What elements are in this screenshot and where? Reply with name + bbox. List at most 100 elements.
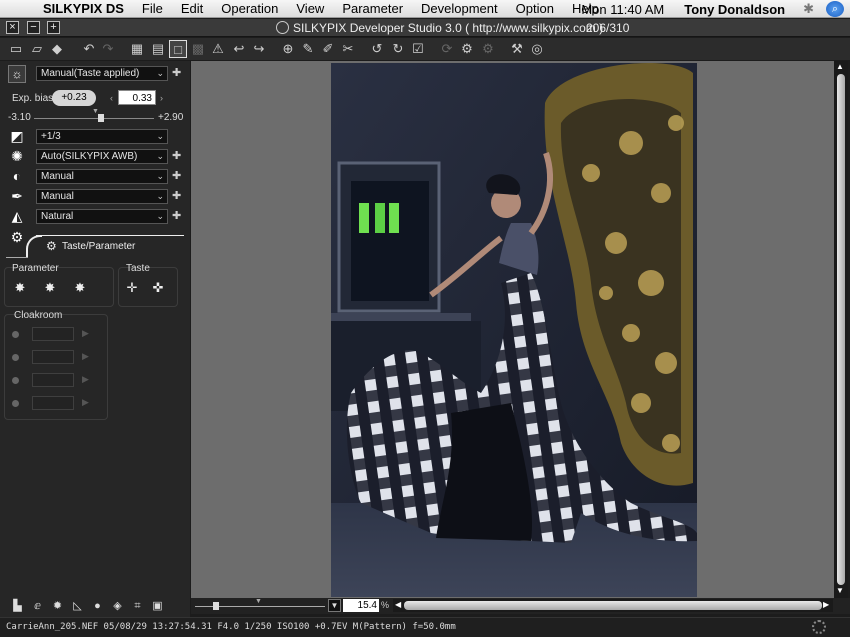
info-icon[interactable]: ◎ bbox=[528, 40, 546, 58]
taste-gear-icon: ⚙ bbox=[46, 239, 57, 253]
menu-development[interactable]: Development bbox=[412, 1, 507, 16]
play-arrow-icon[interactable]: ▶ bbox=[82, 374, 89, 385]
image-viewer[interactable] bbox=[191, 61, 834, 598]
curve-icon[interactable]: ◺ bbox=[70, 599, 85, 614]
white-balance-picker-icon[interactable]: ✎ bbox=[299, 40, 317, 58]
horizontal-scrollbar[interactable]: ◀ ▶ bbox=[393, 599, 833, 612]
histogram-icon[interactable]: ▙ bbox=[10, 599, 25, 614]
taste-add-icon[interactable]: ✛ bbox=[124, 280, 140, 296]
cloakroom-slot-box[interactable] bbox=[32, 373, 74, 387]
exif-icon[interactable]: ⅇ bbox=[30, 599, 45, 614]
scroll-up-arrow-icon[interactable]: ▲ bbox=[836, 62, 844, 71]
vertical-scrollbar[interactable]: ▲ ▼ bbox=[834, 61, 848, 598]
tone-dropdown[interactable]: Manual ⌄ bbox=[36, 169, 168, 184]
zoom-slider-thumb[interactable] bbox=[213, 602, 219, 610]
sun-icon[interactable]: ✺ bbox=[8, 148, 26, 166]
menubar-user[interactable]: Tony Donaldson bbox=[674, 2, 795, 17]
menu-option[interactable]: Option bbox=[507, 1, 563, 16]
spot-removal-icon[interactable]: ✂ bbox=[339, 40, 357, 58]
lens-icon[interactable]: ◈ bbox=[110, 599, 125, 614]
thumbnail-view-icon[interactable]: ▦ bbox=[128, 40, 146, 58]
spotlight-search-icon[interactable]: ⌕ bbox=[826, 1, 844, 17]
sharpness-brush-icon[interactable]: ✒ bbox=[8, 188, 26, 206]
warning-icon[interactable]: ⚠ bbox=[209, 40, 227, 58]
vertical-scroll-thumb[interactable] bbox=[837, 74, 845, 585]
white-balance-dropdown[interactable]: Auto(SILKYPIX AWB) ⌄ bbox=[36, 149, 168, 164]
zoom-window-icon[interactable]: + bbox=[47, 21, 60, 34]
single-view-icon[interactable]: □ bbox=[169, 40, 187, 58]
play-arrow-icon[interactable]: ▶ bbox=[82, 328, 89, 339]
taste-dropdown[interactable]: Manual(Taste applied) ⌄ bbox=[36, 66, 168, 81]
cloakroom-slot-box[interactable] bbox=[32, 327, 74, 341]
horizontal-scroll-thumb[interactable] bbox=[404, 601, 822, 610]
rotate-right-icon[interactable]: ↻ bbox=[389, 40, 407, 58]
menubar-clock[interactable]: Mon 11:40 AM bbox=[571, 2, 674, 17]
color-plus-icon[interactable]: ✚ bbox=[172, 211, 181, 222]
menu-parameter[interactable]: Parameter bbox=[333, 1, 412, 16]
parameter-save-icon[interactable]: ✸ bbox=[12, 280, 28, 296]
tone-plus-icon[interactable]: ✚ bbox=[172, 171, 181, 182]
exposure-slider-track[interactable] bbox=[34, 118, 154, 119]
contrast-icon[interactable]: ◩ bbox=[8, 128, 26, 146]
develop-icon[interactable]: ⚙ bbox=[458, 40, 476, 58]
gray-picker-icon[interactable]: ✐ bbox=[319, 40, 337, 58]
menu-view[interactable]: View bbox=[287, 1, 333, 16]
tone-dropdown-value: Manual bbox=[41, 171, 74, 182]
mark-icon[interactable]: ☑ bbox=[409, 40, 427, 58]
menu-file[interactable]: File bbox=[133, 1, 172, 16]
sphere-icon[interactable]: ● bbox=[90, 599, 105, 614]
next-image-icon[interactable]: ↪ bbox=[250, 40, 268, 58]
scroll-right-arrow-icon[interactable]: ▶ bbox=[823, 600, 829, 609]
decrement-arrow-icon[interactable]: ‹ bbox=[110, 93, 113, 103]
rotate-frame-icon[interactable]: ▣ bbox=[150, 599, 165, 614]
rotate-left-icon[interactable]: ↺ bbox=[368, 40, 386, 58]
color-icon[interactable]: ◭ bbox=[8, 208, 26, 226]
color-dropdown[interactable]: Natural ⌄ bbox=[36, 209, 168, 224]
taste-plus-icon[interactable]: ✚ bbox=[172, 68, 181, 79]
scroll-down-arrow-icon[interactable]: ▼ bbox=[836, 586, 844, 595]
minimize-window-icon[interactable]: − bbox=[27, 21, 40, 34]
preview-photo[interactable] bbox=[331, 63, 697, 597]
parameter-group-title: Parameter bbox=[12, 263, 59, 274]
filmstrip-view-icon[interactable]: ▤ bbox=[149, 40, 167, 58]
parameter-load-icon[interactable]: ✸ bbox=[42, 280, 58, 296]
contrast-dropdown[interactable]: +1/3 ⌄ bbox=[36, 129, 168, 144]
exposure-bias-auto-button[interactable]: +0.23 bbox=[52, 90, 96, 106]
previous-image-icon[interactable]: ↩ bbox=[230, 40, 248, 58]
tone-icon[interactable]: ◐ bbox=[8, 168, 26, 186]
crop-icon[interactable]: ⌗ bbox=[130, 599, 145, 614]
compare-view-icon[interactable]: ▩ bbox=[189, 40, 207, 58]
scroll-left-arrow-icon[interactable]: ◀ bbox=[395, 600, 401, 609]
white-balance-plus-icon[interactable]: ✚ bbox=[172, 151, 181, 162]
play-arrow-icon[interactable]: ▶ bbox=[82, 397, 89, 408]
parameter-copy-icon[interactable]: ✸ bbox=[72, 280, 88, 296]
zoom-value-input[interactable]: 15.4 bbox=[343, 599, 379, 612]
menu-app-name[interactable]: SILKYPIX DS bbox=[34, 1, 133, 16]
sharpness-dropdown[interactable]: Manual ⌄ bbox=[36, 189, 168, 204]
taste-edit-icon[interactable]: ✜ bbox=[150, 280, 166, 296]
redo-icon[interactable]: ↷ bbox=[99, 40, 117, 58]
cloakroom-slot-box[interactable] bbox=[32, 396, 74, 410]
open-folder-icon[interactable]: ▭ bbox=[7, 40, 25, 58]
sharpness-plus-icon[interactable]: ✚ bbox=[172, 191, 181, 202]
menu-edit[interactable]: Edit bbox=[172, 1, 212, 16]
zoom-icon[interactable]: ⊕ bbox=[279, 40, 297, 58]
eraser-icon[interactable]: ◆ bbox=[48, 40, 66, 58]
exposure-bias-input[interactable]: 0.33 bbox=[118, 90, 156, 105]
sun-settings-icon[interactable]: ✹ bbox=[50, 599, 65, 614]
undo-icon[interactable]: ↶ bbox=[80, 40, 98, 58]
sync-icon[interactable]: ⟳ bbox=[438, 40, 456, 58]
play-arrow-icon[interactable]: ▶ bbox=[82, 351, 89, 362]
taste-parameter-tab[interactable]: ⚙ Taste/Parameter bbox=[6, 235, 184, 261]
exposure-icon[interactable]: ☼ bbox=[8, 65, 26, 83]
menu-operation[interactable]: Operation bbox=[212, 1, 287, 16]
tool-icon[interactable]: ⚒ bbox=[508, 40, 526, 58]
increment-arrow-icon[interactable]: › bbox=[160, 93, 163, 103]
batch-develop-icon[interactable]: ⚙ bbox=[479, 40, 497, 58]
exposure-slider-thumb[interactable] bbox=[98, 114, 104, 122]
close-window-icon[interactable]: × bbox=[6, 21, 19, 34]
open-file-icon[interactable]: ▱ bbox=[28, 40, 46, 58]
cloakroom-slot-box[interactable] bbox=[32, 350, 74, 364]
bluetooth-icon[interactable]: ✱ bbox=[795, 1, 822, 17]
zoom-preset-dropdown[interactable]: ▼ bbox=[328, 599, 341, 612]
